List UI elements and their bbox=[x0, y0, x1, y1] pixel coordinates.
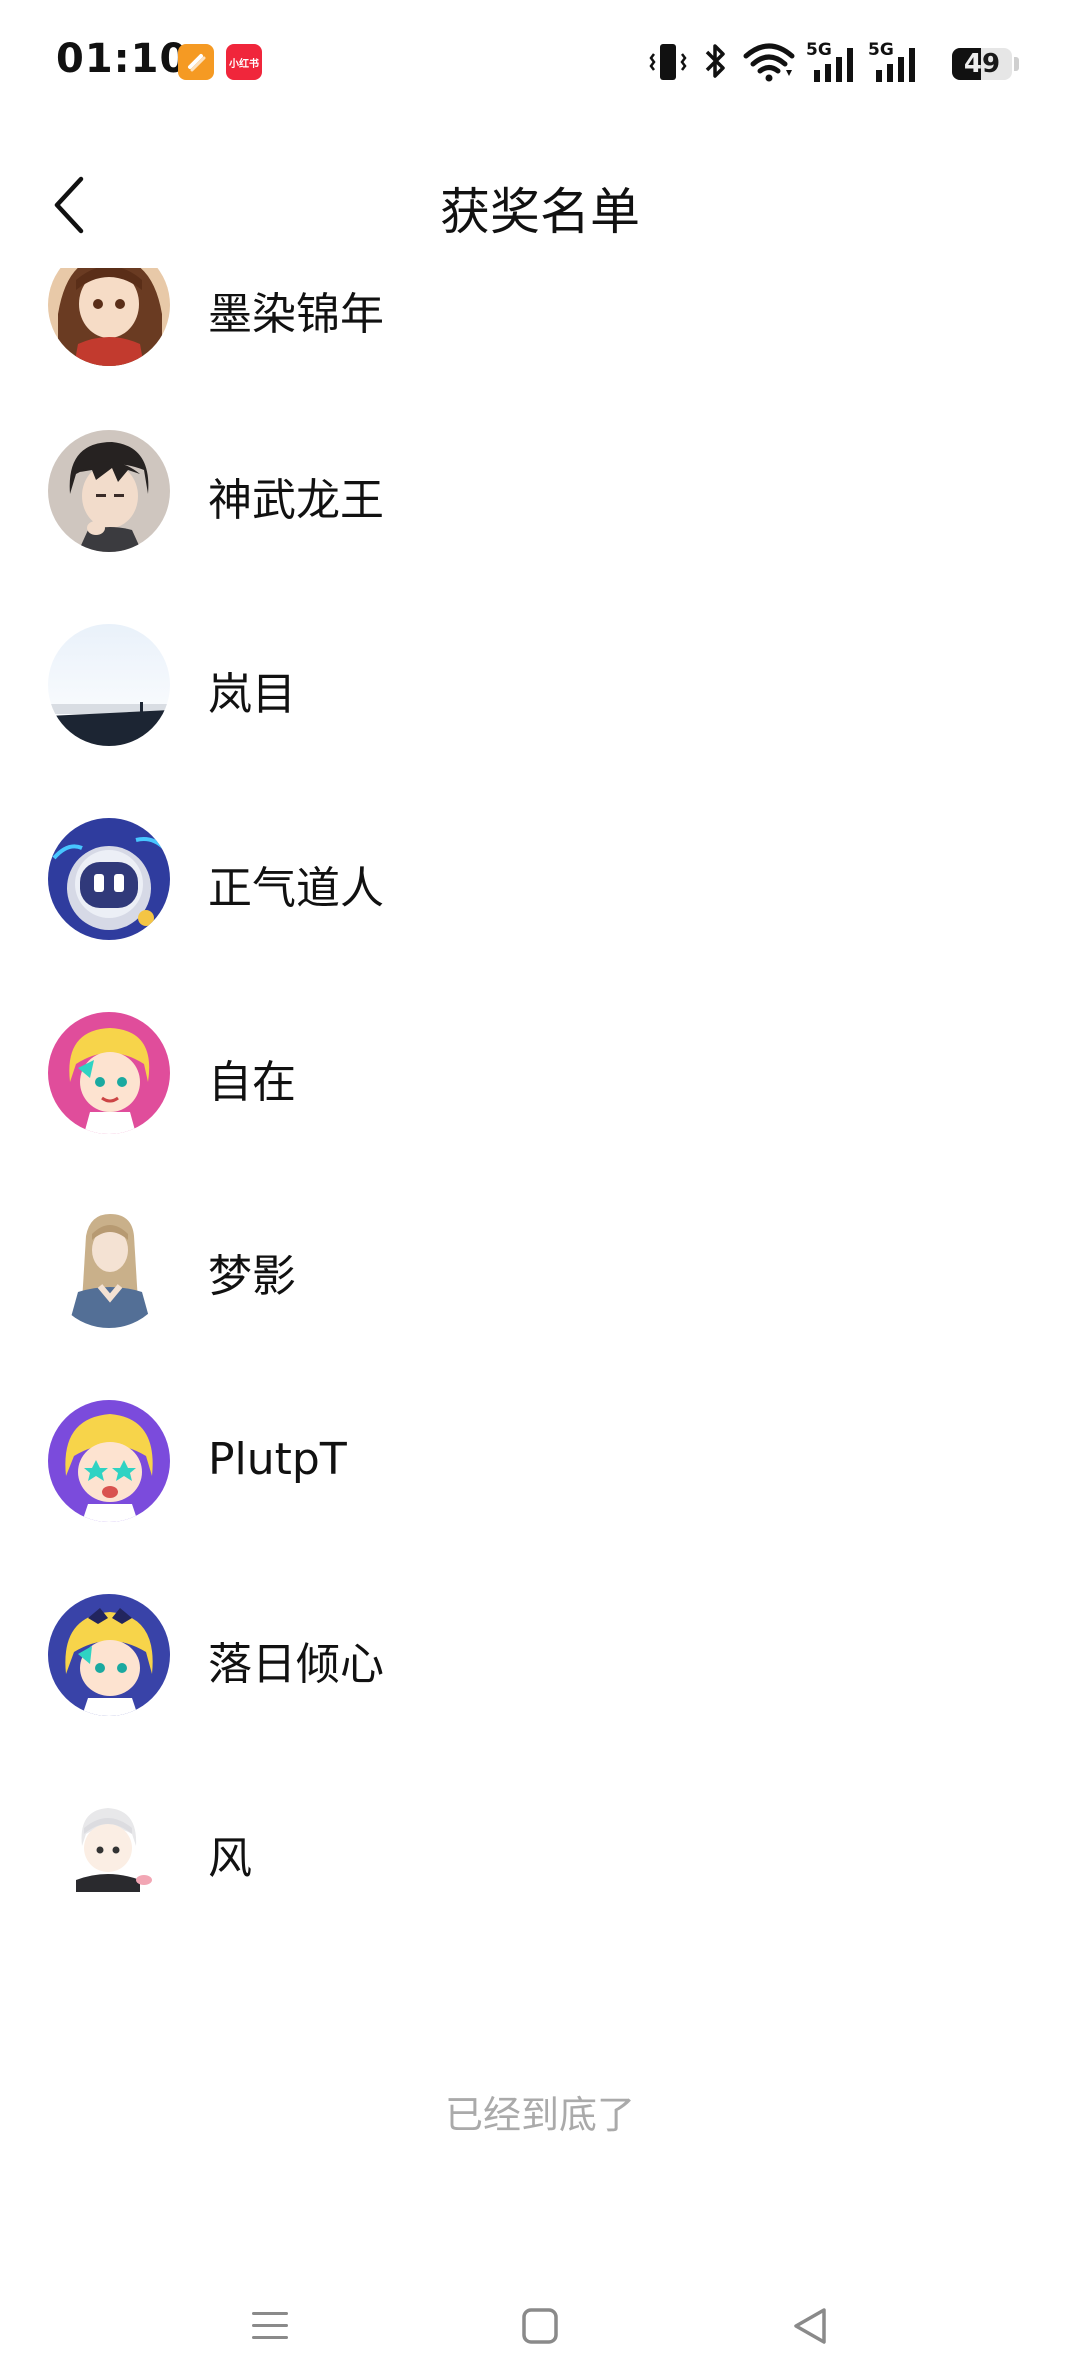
avatar bbox=[48, 1206, 170, 1328]
winner-name: 风 bbox=[208, 1833, 252, 1884]
end-of-list-text: 已经到底了 bbox=[444, 2093, 635, 2137]
list-item[interactable]: 梦影 bbox=[0, 1170, 1080, 1364]
status-time: 01:10 bbox=[56, 36, 189, 82]
signal-5g-icon: 5G bbox=[806, 40, 862, 84]
avatar bbox=[48, 624, 170, 746]
winner-name: 正气道人 bbox=[208, 863, 384, 914]
bluetooth-icon bbox=[705, 44, 725, 78]
winner-name: 自在 bbox=[208, 1057, 296, 1108]
list-item[interactable]: 墨染锦年 bbox=[0, 268, 1080, 402]
avatar bbox=[48, 1594, 170, 1716]
nav-menu-button[interactable] bbox=[230, 2296, 310, 2356]
wifi-icon bbox=[743, 43, 795, 82]
winner-name: 梦影 bbox=[208, 1251, 296, 1302]
page-title: 获奖名单 bbox=[440, 183, 640, 241]
home-square-icon bbox=[522, 2308, 558, 2344]
signal-5g-icon: 5G bbox=[868, 40, 924, 84]
winner-name: 岚目 bbox=[208, 669, 296, 720]
battery-level: 49 bbox=[963, 49, 1001, 79]
nav-back-button[interactable] bbox=[770, 2296, 850, 2356]
list-item[interactable]: 自在 bbox=[0, 976, 1080, 1170]
status-bar: 01:10 小红书 5G 5G 49 bbox=[0, 0, 1080, 120]
avatar bbox=[48, 1012, 170, 1134]
avatar bbox=[48, 268, 170, 366]
winner-list: 墨染锦年 神武龙王 岚目 正气道人 自在 梦影 PlutpT 落日倾心 风 bbox=[0, 268, 1080, 1968]
orange-app-icon bbox=[178, 44, 214, 80]
battery-icon: 49 bbox=[952, 48, 1012, 80]
menu-icon bbox=[252, 2312, 288, 2339]
winner-name: PlutpT bbox=[208, 1434, 347, 1485]
battery-tip bbox=[1014, 57, 1019, 71]
avatar bbox=[48, 818, 170, 940]
navigation-bar bbox=[0, 2290, 1080, 2376]
vibrate-icon bbox=[649, 44, 687, 80]
nav-home-button[interactable] bbox=[500, 2296, 580, 2356]
screen: 01:10 小红书 5G 5G 49 获奖名单 墨染锦年 神武龙王 岚目 正气道… bbox=[0, 0, 1080, 2376]
avatar bbox=[48, 430, 170, 552]
xiaohongshu-icon: 小红书 bbox=[226, 44, 262, 80]
winner-name: 落日倾心 bbox=[208, 1639, 384, 1690]
list-item[interactable]: 岚目 bbox=[0, 588, 1080, 782]
list-item[interactable]: 落日倾心 bbox=[0, 1558, 1080, 1752]
list-item[interactable]: 神武龙王 bbox=[0, 394, 1080, 588]
winner-name: 墨染锦年 bbox=[208, 289, 384, 340]
list-item[interactable]: 风 bbox=[0, 1752, 1080, 1946]
list-item[interactable]: 正气道人 bbox=[0, 782, 1080, 976]
avatar bbox=[48, 1788, 170, 1910]
list-item[interactable]: PlutpT bbox=[0, 1364, 1080, 1558]
back-triangle-icon bbox=[794, 2308, 826, 2344]
header: 获奖名单 bbox=[0, 150, 1080, 260]
winner-name: 神武龙王 bbox=[208, 475, 384, 526]
avatar bbox=[48, 1400, 170, 1522]
